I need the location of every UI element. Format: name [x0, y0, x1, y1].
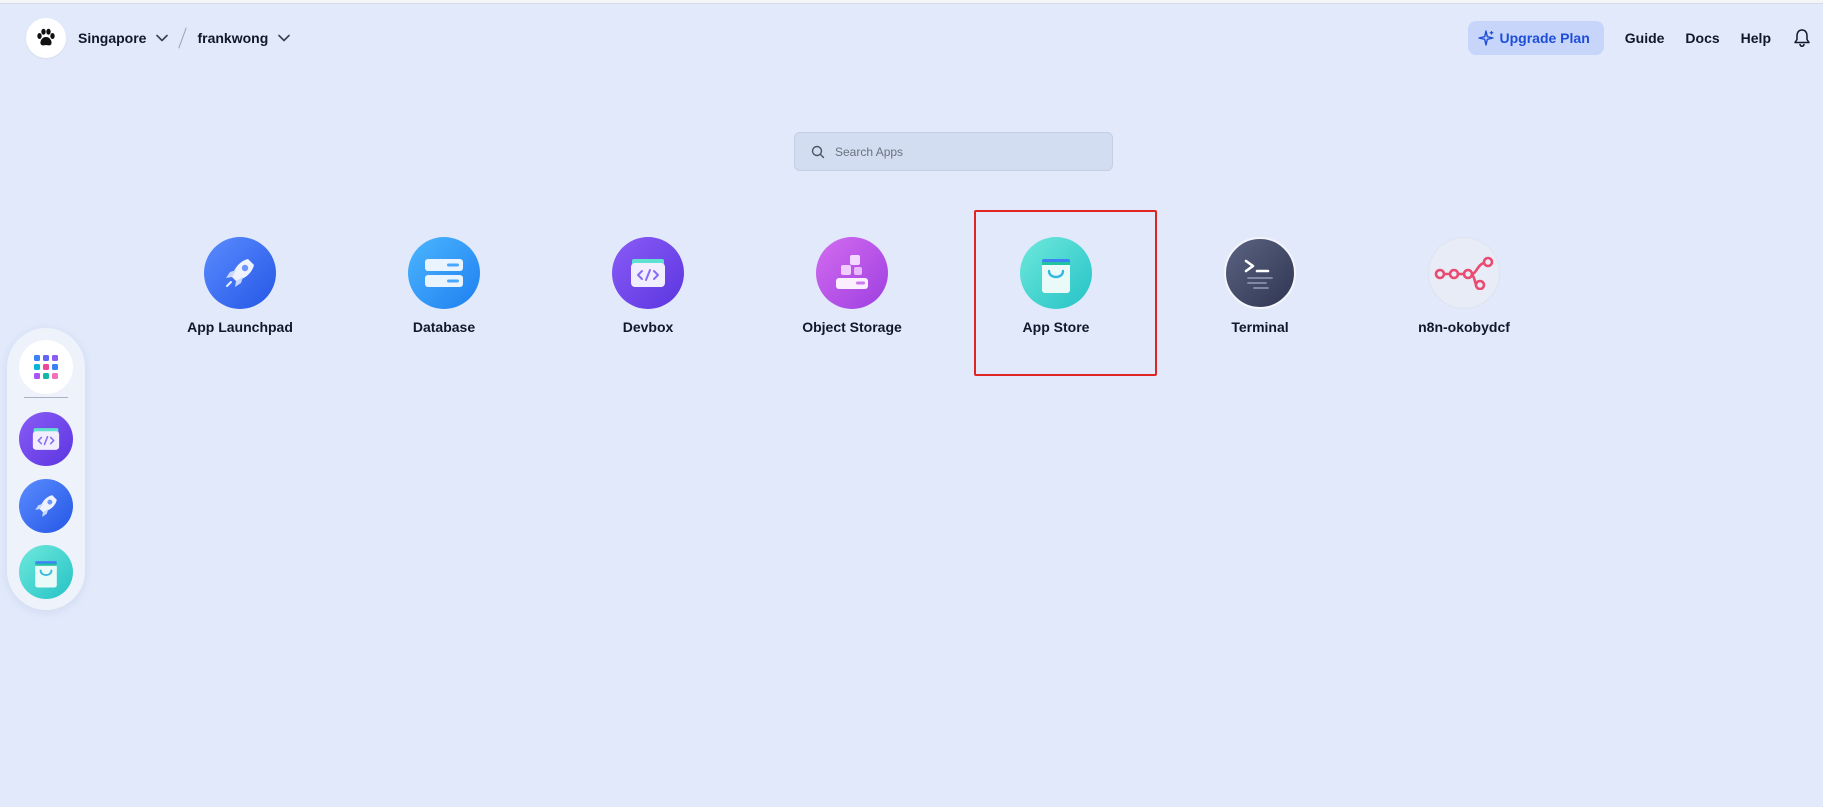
app-label: Object Storage [802, 319, 902, 335]
app-label: n8n-okobydcf [1418, 319, 1510, 335]
header-left: Singapore frankwong [26, 18, 291, 58]
app-devbox[interactable]: Devbox [568, 237, 728, 335]
guide-link[interactable]: Guide [1625, 30, 1665, 46]
dock-separator [24, 397, 68, 398]
workspace-selector[interactable]: frankwong [197, 30, 291, 46]
app-database[interactable]: Database [364, 237, 524, 335]
devbox-icon [612, 237, 684, 309]
database-icon [408, 237, 480, 309]
bell-icon[interactable] [1793, 28, 1811, 48]
search-icon [811, 145, 825, 159]
chevron-down-icon [156, 34, 169, 42]
object-storage-icon [816, 237, 888, 309]
app-n8n[interactable]: n8n-okobydcf [1384, 237, 1544, 335]
search-input[interactable] [833, 143, 1097, 160]
chevron-down-icon [278, 34, 291, 42]
app-object-storage[interactable]: Object Storage [772, 237, 932, 335]
upgrade-plan-label: Upgrade Plan [1499, 30, 1590, 46]
rocket-icon[interactable] [19, 479, 73, 533]
app-label: Devbox [622, 319, 674, 335]
n8n-icon [1428, 237, 1500, 309]
window-top-border [0, 0, 1823, 4]
rocket-icon [204, 237, 276, 309]
workspace-label: frankwong [197, 30, 269, 46]
app-app-launchpad[interactable]: App Launchpad [160, 237, 320, 335]
upgrade-plan-button[interactable]: Upgrade Plan [1467, 21, 1604, 55]
app-label: Terminal [1231, 319, 1289, 335]
search-box[interactable] [794, 132, 1113, 171]
app-label: App Launchpad [187, 319, 293, 335]
help-link[interactable]: Help [1741, 30, 1771, 46]
app-terminal[interactable]: Terminal [1180, 237, 1340, 335]
terminal-icon [1224, 237, 1296, 309]
devbox-icon[interactable] [19, 412, 73, 466]
selection-highlight [974, 210, 1157, 376]
header-right: Upgrade Plan Guide Docs Help [1467, 21, 1812, 55]
shopping-bag-icon[interactable] [19, 545, 73, 599]
grid-icon[interactable] [19, 340, 73, 394]
docs-link[interactable]: Docs [1685, 30, 1719, 46]
region-selector[interactable]: Singapore [78, 30, 169, 46]
app-label: Database [412, 319, 476, 335]
region-label: Singapore [78, 30, 147, 46]
sealos-logo[interactable] [26, 18, 66, 58]
breadcrumb-separator [178, 27, 188, 49]
sparkles-icon [1477, 30, 1494, 46]
dock [7, 328, 85, 610]
